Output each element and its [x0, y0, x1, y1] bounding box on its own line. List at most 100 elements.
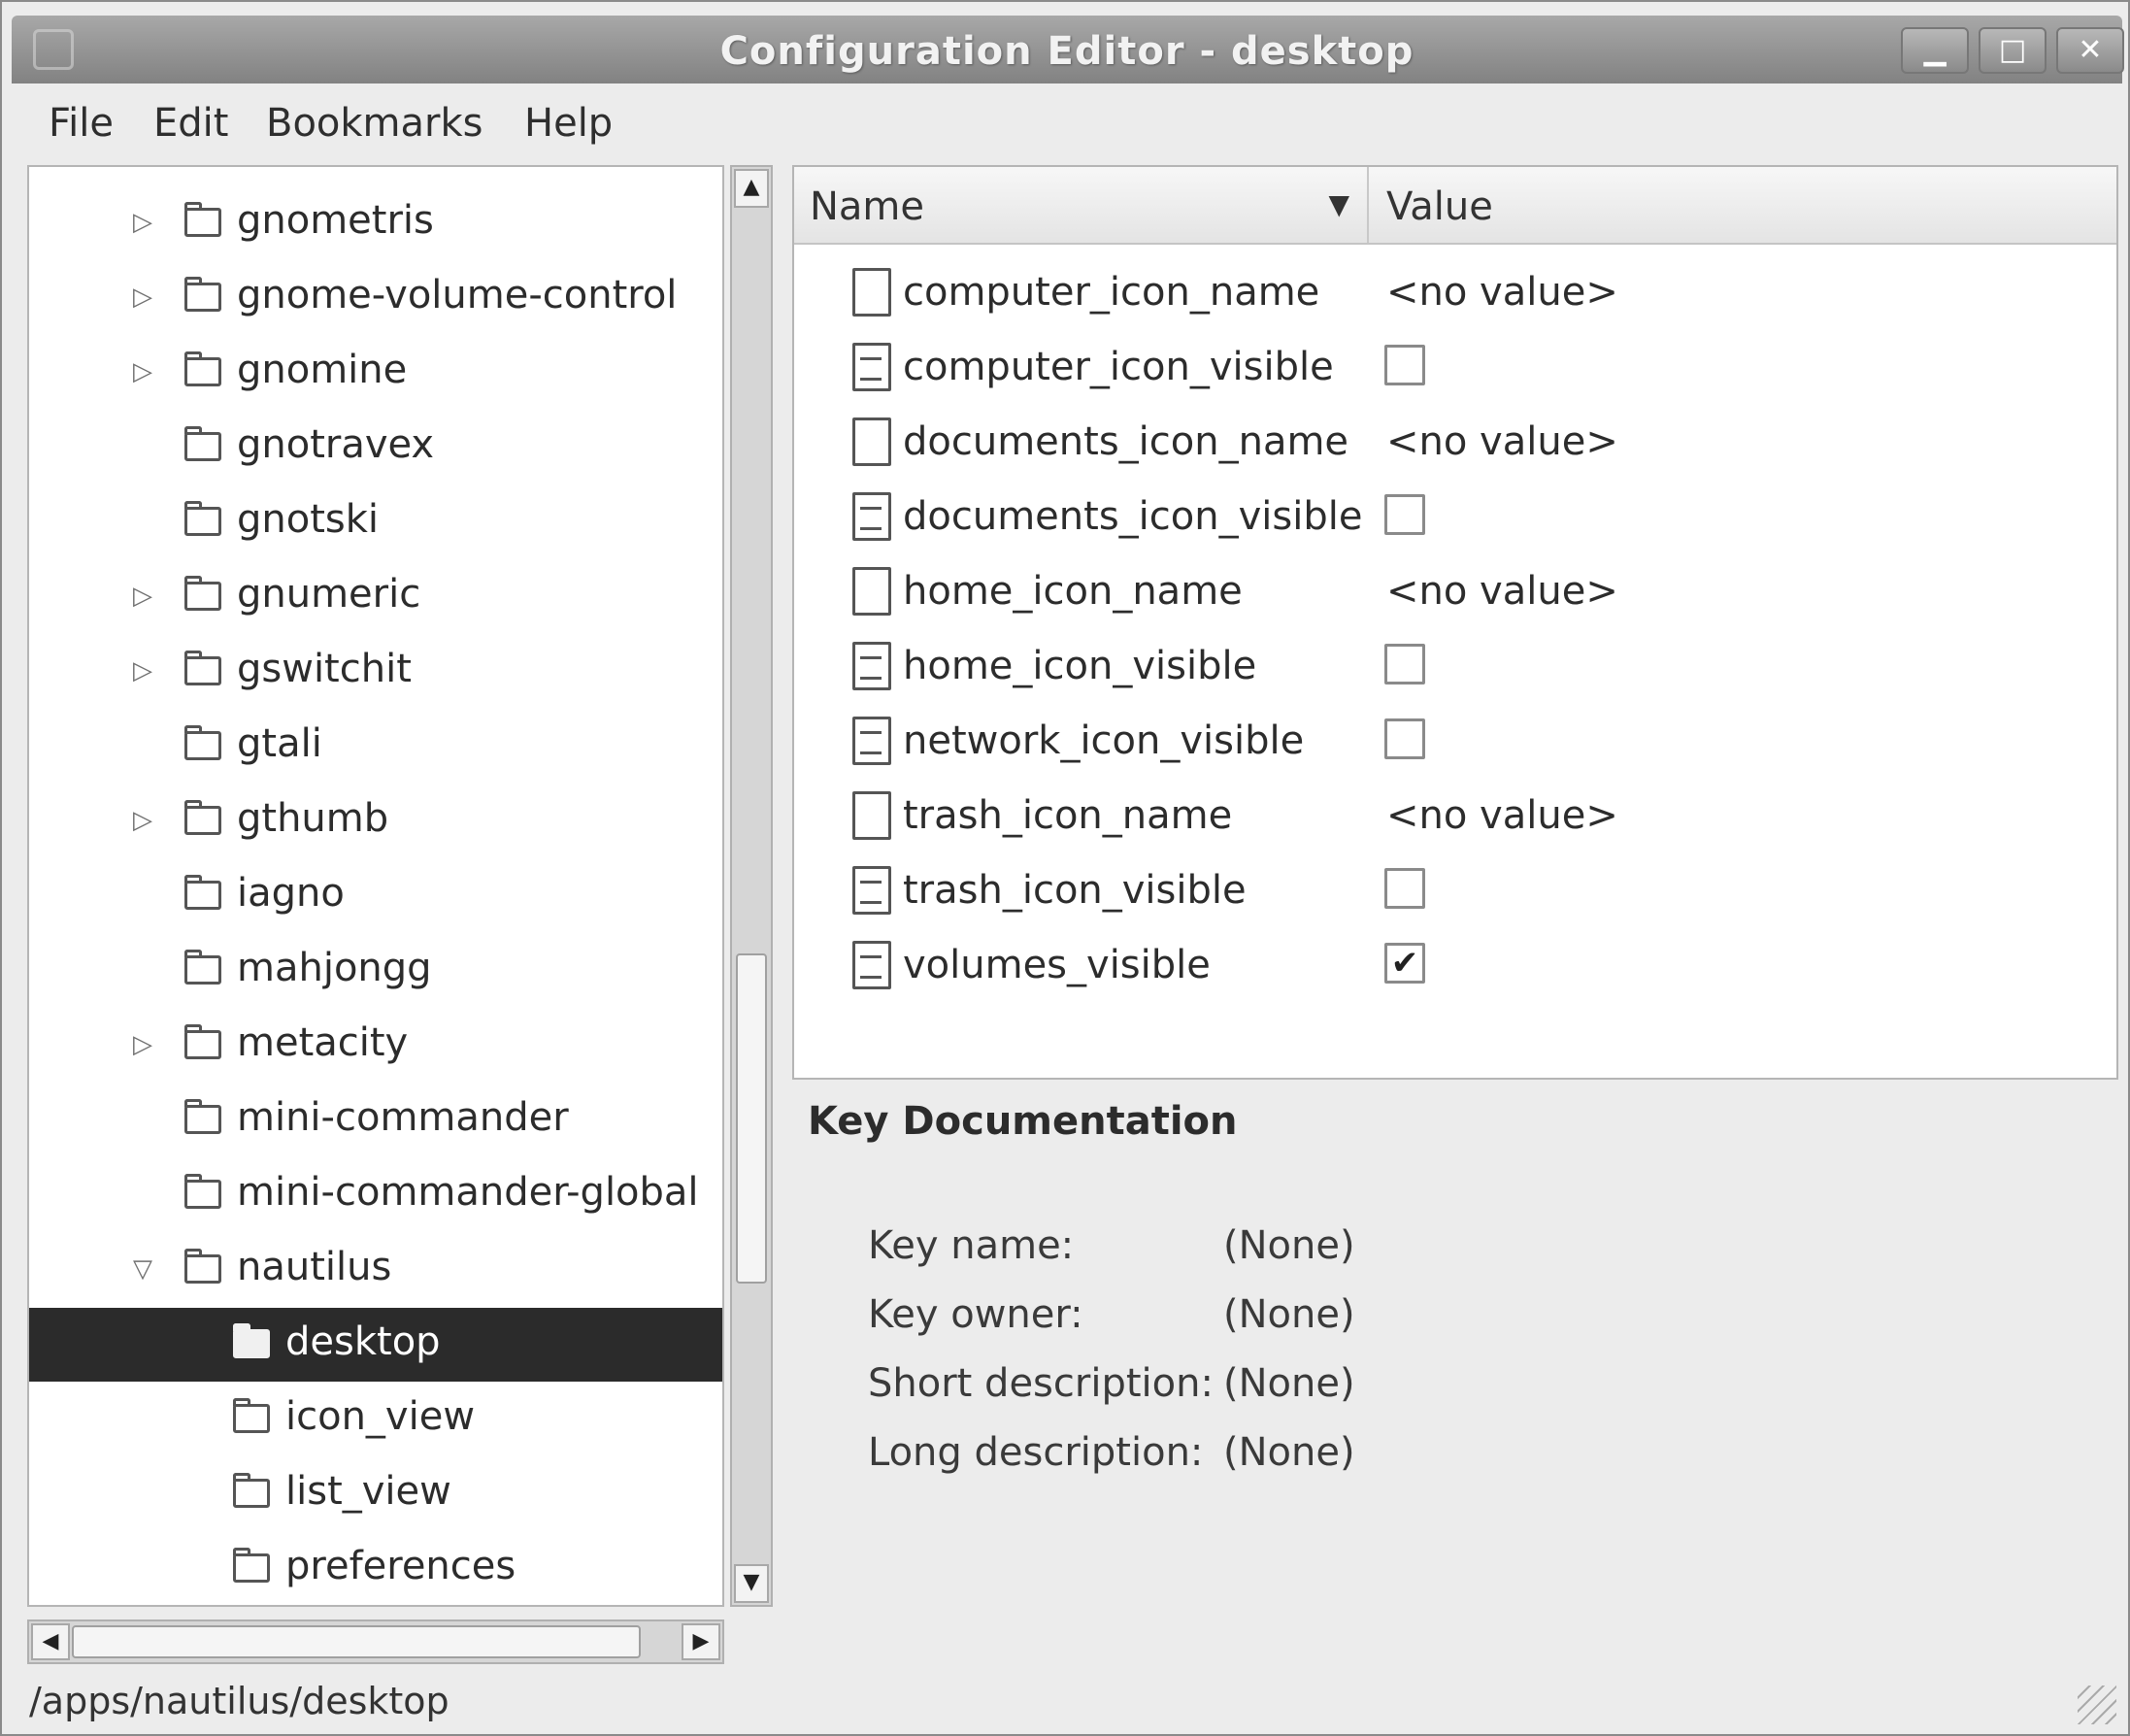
folder-icon — [184, 875, 225, 914]
tree-horizontal-scrollbar[interactable]: ◀ ▶ — [27, 1619, 724, 1664]
column-header-value[interactable]: Value — [1371, 167, 2116, 243]
key-name: volumes_visible — [903, 943, 1211, 987]
column-header-name[interactable]: Name ▼ — [794, 167, 1369, 243]
key-row[interactable]: trash_icon_visible — [794, 854, 2116, 929]
folder-icon — [184, 1024, 225, 1063]
key-row[interactable]: network_icon_visible — [794, 705, 2116, 780]
close-button[interactable]: ✕ — [2056, 27, 2124, 74]
tree-item[interactable]: ▷ gthumb — [29, 785, 722, 858]
tree-item-label: gnumeric — [237, 572, 421, 617]
key-value[interactable]: <no value> — [1386, 793, 1618, 838]
doc-field-value: (None) — [1223, 1223, 1355, 1268]
expand-arrow-icon[interactable]: ▷ — [128, 656, 157, 685]
value-checkbox[interactable] — [1384, 868, 1425, 909]
doc-field-label: Long description: — [868, 1430, 1204, 1475]
key-value[interactable]: <no value> — [1386, 569, 1618, 614]
tree-item[interactable]: ▷ gswitchit — [29, 635, 722, 709]
menu-file[interactable]: File — [49, 101, 114, 146]
tree-item[interactable]: gnotravex — [29, 411, 722, 484]
key-row[interactable]: computer_icon_visible — [794, 331, 2116, 406]
tree-item[interactable]: ▷ gnometris — [29, 186, 722, 260]
value-checkbox[interactable] — [1384, 345, 1425, 385]
tree-item[interactable]: gtali — [29, 710, 722, 784]
key-documentation-title: Key Documentation — [808, 1099, 1238, 1144]
value-checkbox[interactable] — [1384, 494, 1425, 535]
key-row[interactable]: computer_icon_name <no value> — [794, 256, 2116, 331]
folder-icon — [184, 501, 225, 540]
tree-item-label: gtali — [237, 721, 322, 766]
key-row[interactable]: home_icon_name <no value> — [794, 555, 2116, 630]
window-title: Configuration Editor - desktop — [719, 29, 1414, 74]
minimize-button[interactable]: ▁ — [1901, 27, 1969, 74]
tree-item[interactable]: icon_view — [29, 1383, 722, 1456]
scroll-thumb[interactable] — [736, 953, 767, 1284]
tree-item-label: preferences — [285, 1544, 516, 1588]
key-row[interactable]: documents_icon_visible — [794, 481, 2116, 555]
tree-item[interactable]: preferences — [29, 1532, 722, 1605]
tree-item-label: mini-commander — [237, 1095, 569, 1140]
title-bar[interactable]: Configuration Editor - desktop ▁ □ ✕ — [12, 16, 2124, 83]
resize-grip-icon[interactable] — [2078, 1686, 2116, 1724]
tree-item-label: gnome-volume-control — [237, 273, 678, 317]
tree-item-label: gnotravex — [237, 422, 435, 467]
tree-item[interactable]: ▷ gnumeric — [29, 560, 722, 634]
scroll-right-button[interactable]: ▶ — [682, 1623, 720, 1660]
expand-arrow-icon[interactable]: ▷ — [128, 582, 157, 611]
key-name: network_icon_visible — [903, 718, 1305, 763]
tree-item[interactable]: mini-commander-global — [29, 1158, 722, 1232]
value-checkbox[interactable]: ✔ — [1384, 943, 1425, 984]
folder-icon — [233, 1398, 274, 1437]
directory-tree[interactable]: ▷ gnometris ▷ gnome-volume-control ▷ gnomine g… — [27, 165, 724, 1607]
folder-icon — [184, 202, 225, 241]
key-name: computer_icon_name — [903, 270, 1320, 315]
key-name: computer_icon_visible — [903, 345, 1334, 389]
folder-icon — [184, 651, 225, 689]
folder-icon — [184, 351, 225, 390]
tree-vertical-scrollbar[interactable]: ▲ ▼ — [730, 165, 773, 1607]
tree-item[interactable]: desktop — [29, 1308, 722, 1382]
tree-item[interactable]: mahjongg — [29, 934, 722, 1008]
tree-item-label: gnometris — [237, 198, 434, 243]
menu-bookmarks[interactable]: Bookmarks — [266, 101, 483, 146]
scroll-left-button[interactable]: ◀ — [31, 1623, 70, 1660]
tree-item[interactable]: mini-commander — [29, 1084, 722, 1157]
folder-icon — [184, 1099, 225, 1138]
tree-item[interactable]: gnotski — [29, 485, 722, 559]
collapse-arrow-icon[interactable]: ▽ — [128, 1254, 157, 1284]
doc-field-value: (None) — [1223, 1430, 1355, 1475]
expand-arrow-icon[interactable]: ▷ — [128, 357, 157, 386]
key-row[interactable]: trash_icon_name <no value> — [794, 780, 2116, 854]
string-key-icon — [852, 268, 891, 317]
hscroll-thumb[interactable] — [72, 1625, 641, 1658]
menu-help[interactable]: Help — [524, 101, 613, 146]
key-row[interactable]: home_icon_visible — [794, 630, 2116, 705]
tree-item[interactable]: ▷ gnomine — [29, 336, 722, 410]
maximize-button[interactable]: □ — [1979, 27, 2047, 74]
menu-edit[interactable]: Edit — [153, 101, 228, 146]
key-value[interactable]: <no value> — [1386, 270, 1618, 315]
expand-arrow-icon[interactable]: ▷ — [128, 208, 157, 237]
tree-item[interactable]: ▷ gnome-volume-control — [29, 261, 722, 335]
folder-icon — [233, 1548, 274, 1586]
tree-item[interactable]: ▷ metacity — [29, 1009, 722, 1083]
list-header: Name ▼ Value — [794, 167, 2116, 245]
key-name: trash_icon_visible — [903, 868, 1247, 913]
doc-field-value: (None) — [1223, 1292, 1355, 1337]
doc-field-label: Key name: — [868, 1223, 1075, 1268]
tree-item[interactable]: ▽ nautilus — [29, 1233, 722, 1307]
expand-arrow-icon[interactable]: ▷ — [128, 1030, 157, 1059]
tree-item-label: mahjongg — [237, 946, 432, 990]
value-checkbox[interactable] — [1384, 644, 1425, 684]
expand-arrow-icon[interactable]: ▷ — [128, 806, 157, 835]
tree-item-label: gnotski — [237, 497, 380, 542]
tree-item[interactable]: list_view — [29, 1457, 722, 1531]
value-checkbox[interactable] — [1384, 718, 1425, 759]
key-row[interactable]: volumes_visible ✔ — [794, 929, 2116, 1004]
scroll-up-button[interactable]: ▲ — [734, 169, 769, 208]
key-row[interactable]: documents_icon_name <no value> — [794, 406, 2116, 481]
scroll-down-button[interactable]: ▼ — [734, 1564, 769, 1603]
expand-arrow-icon[interactable]: ▷ — [128, 283, 157, 312]
key-value[interactable]: <no value> — [1386, 419, 1618, 464]
tree-item[interactable]: iagno — [29, 859, 722, 933]
key-list: Name ▼ Value computer_icon_name <no value… — [792, 165, 2118, 1080]
